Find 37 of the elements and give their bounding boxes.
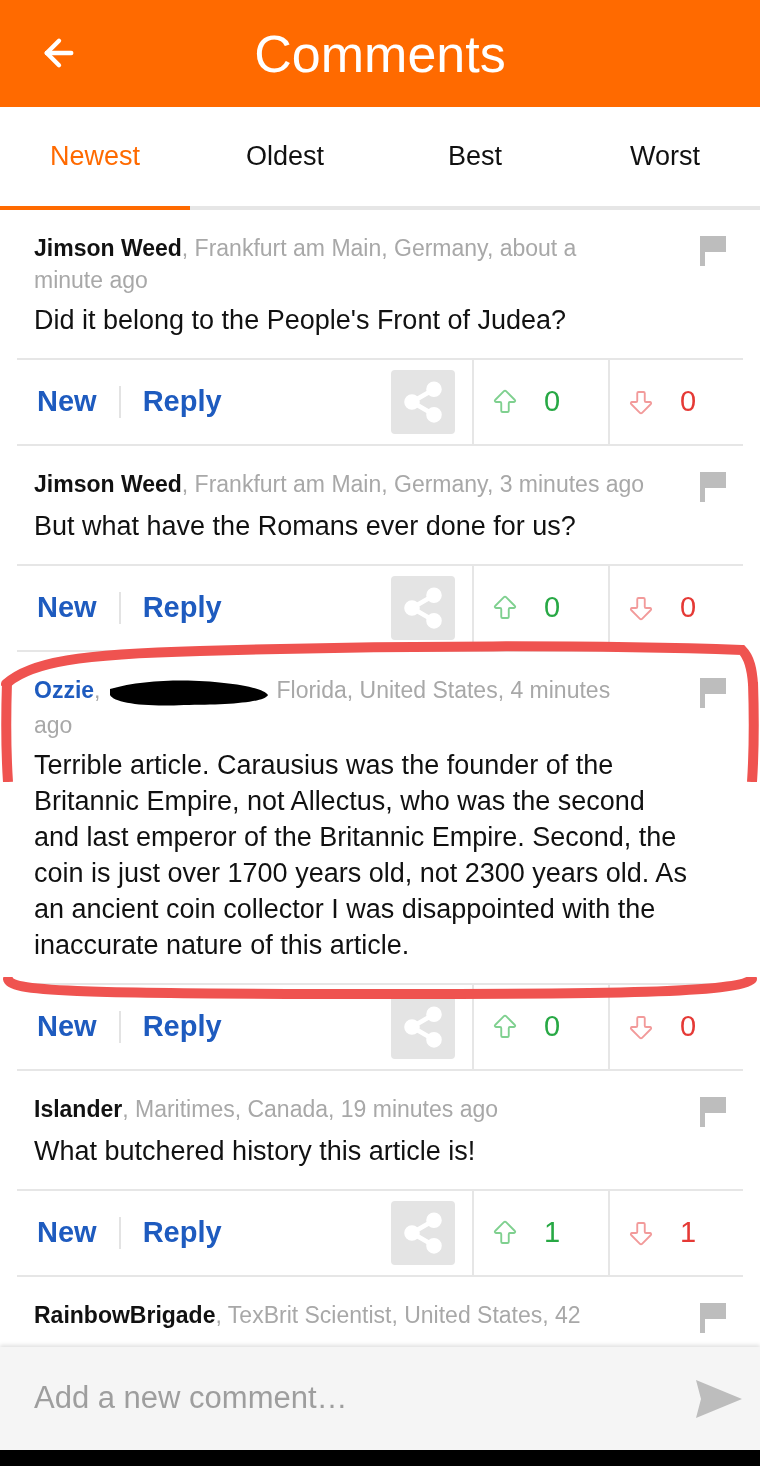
new-button[interactable]: New (37, 1005, 119, 1049)
comment-meta: Jimson Weed, Frankfurt am Main, Germany, about a minute ago (34, 234, 578, 295)
downvote-button[interactable]: 1 (608, 1190, 743, 1275)
comment-meta: Jimson Weed, Frankfurt am Main, Germany, 3 minutes ago (34, 470, 646, 499)
flag-icon[interactable] (700, 678, 726, 708)
flag-icon[interactable] (700, 1096, 726, 1127)
send-icon[interactable] (696, 1379, 742, 1418)
downvote-button[interactable]: 0 (608, 984, 743, 1069)
comment-meta: Ozzie, Florida, United States, 4 minutes ago (34, 674, 688, 741)
flag-icon[interactable] (700, 472, 726, 502)
sort-tab[interactable]: Oldest (190, 107, 380, 206)
reply-button[interactable]: Reply (120, 1211, 222, 1255)
comment-meta: RainbowBrigade, TexBrit Scientist, United States, 42 (34, 1300, 582, 1330)
downvote-button[interactable]: 0 (608, 566, 743, 650)
comment-text: Terrible article. Carausius was the founder of the Britannic Empire, not Allectus, who was the second and last emperor of the Britannic Empire. Second, the coin is just over 1700 years old, not 2300 years old. As an ancient coin collector I was disappointed with the inaccurate nature of this article. (34, 748, 688, 962)
downvote-button[interactable]: 0 (608, 360, 743, 444)
reply-button[interactable]: Reply (120, 1005, 222, 1049)
new-button[interactable]: New (37, 586, 119, 630)
comment-field[interactable]: Add a new comment… (0, 1347, 760, 1450)
sort-tab[interactable]: Worst (570, 107, 760, 206)
new-button[interactable]: New (37, 380, 119, 424)
share-icon (401, 1210, 445, 1255)
share-icon (401, 1004, 445, 1049)
comment-input[interactable]: Add a new comment… (34, 1375, 696, 1422)
page-title: Comments (254, 23, 506, 85)
share-icon (401, 586, 445, 630)
comment-text: What butchered history this article is! (34, 1134, 477, 1168)
reply-button[interactable]: Reply (120, 380, 222, 424)
flag-icon[interactable] (700, 1302, 726, 1333)
sort-tab[interactable]: Best (380, 107, 570, 206)
comment-text: Did it belong to the People's Front of Judea? (34, 304, 567, 337)
reply-button[interactable]: Reply (120, 586, 222, 630)
comment-text: But what have the Romans ever done for us? (34, 510, 577, 543)
comment-meta: Islander, Maritimes, Canada, 19 minutes ago (34, 1094, 500, 1124)
share-icon (401, 380, 445, 424)
new-button[interactable]: New (37, 1211, 119, 1255)
flag-icon[interactable] (700, 236, 726, 266)
